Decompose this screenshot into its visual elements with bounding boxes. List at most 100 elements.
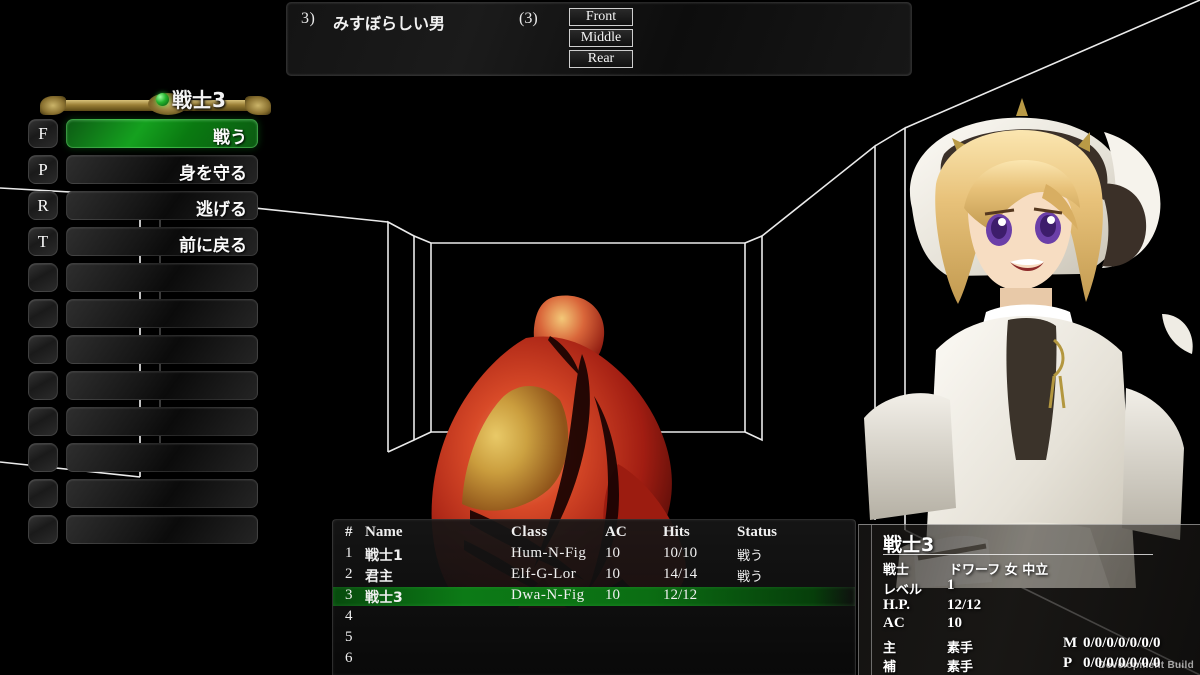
command-row-empty[interactable] (28, 512, 258, 547)
main-weapon-label: 主 (883, 641, 897, 656)
mage-spell-slots: 0/0/0/0/0/0/0 (1083, 635, 1161, 651)
key-hint-f: F (28, 119, 58, 148)
green-gem-icon (156, 93, 169, 106)
command-slot-empty[interactable] (66, 407, 258, 436)
ac-value: 10 (947, 615, 962, 631)
command-row-empty[interactable] (28, 476, 258, 511)
key-hint-empty (28, 479, 58, 508)
command-label-back: 前に戻る (179, 236, 247, 256)
enemy-position-group: Front Middle Rear (569, 8, 633, 71)
key-hint-t: T (28, 227, 58, 256)
enemy-position-middle[interactable]: Middle (569, 29, 633, 47)
cell-hits: 10/10 (663, 545, 698, 561)
cell-hits: 14/14 (663, 566, 698, 582)
character-class: 戦士 (883, 563, 910, 578)
column-header-status: Status (737, 524, 778, 540)
key-hint-p: P (28, 155, 58, 184)
cell-num: 1 (345, 545, 353, 561)
column-header-ac: AC (605, 524, 627, 540)
priest-spell-label: P (1063, 655, 1073, 671)
column-header-num: # (345, 524, 353, 540)
cell-num: 3 (345, 587, 353, 603)
command-row-run[interactable]: R 逃げる (28, 188, 258, 223)
key-hint-empty (28, 335, 58, 364)
enemy-count: (3) (519, 10, 538, 27)
cell-name: 戦士3 (365, 590, 403, 606)
key-hint-empty (28, 515, 58, 544)
command-slot-empty[interactable] (66, 479, 258, 508)
key-hint-empty (28, 263, 58, 292)
character-name-divider (883, 554, 1153, 555)
character-portrait (864, 98, 1193, 588)
command-slot-empty[interactable] (66, 335, 258, 364)
cell-class: Elf-G-Lor (511, 566, 577, 582)
table-row[interactable]: 6 (333, 650, 855, 669)
command-row-back[interactable]: T 前に戻る (28, 224, 258, 259)
command-slot-empty[interactable] (66, 299, 258, 328)
cell-status: 戦う (737, 570, 764, 585)
enemy-position-rear[interactable]: Rear (569, 50, 633, 68)
command-slot-fight[interactable]: 戦う (66, 119, 258, 148)
key-hint-empty (28, 407, 58, 436)
command-menu-header: 戦士3 (28, 84, 258, 115)
command-slot-parry[interactable]: 身を守る (66, 155, 258, 184)
command-slot-back[interactable]: 前に戻る (66, 227, 258, 256)
level-label: レベル (883, 583, 923, 598)
cell-status: 戦う (737, 549, 764, 564)
enemy-encounter-bar: 3) みすぼらしい男 (3) Front Middle Rear (286, 2, 912, 76)
character-info-panel: 戦士3 戦士 ドワーフ 女 中立 レベル 1 H.P. 12/12 AC 10 … (858, 524, 1200, 675)
command-row-empty[interactable] (28, 404, 258, 439)
table-row[interactable]: 1 戦士1 Hum-N-Fig 10 10/10 戦う (333, 545, 855, 564)
table-row-selected[interactable]: 3 戦士3 Dwa-N-Fig 10 12/12 (333, 587, 855, 606)
cell-num: 5 (345, 629, 353, 645)
sub-weapon-label: 補 (883, 660, 897, 675)
table-row[interactable]: 4 (333, 608, 855, 627)
enemy-position-front[interactable]: Front (569, 8, 633, 26)
column-header-name: Name (365, 524, 403, 540)
table-row[interactable]: 5 (333, 629, 855, 648)
ac-label: AC (883, 615, 905, 631)
cell-name: 君主 (365, 569, 393, 585)
command-label-fight: 戦う (213, 128, 247, 148)
battle-screen: 3) みすぼらしい男 (3) Front Middle Rear 戦士3 F 戦… (0, 0, 1200, 675)
character-name: 戦士3 (883, 534, 935, 556)
command-slot-empty[interactable] (66, 443, 258, 472)
column-header-hits: Hits (663, 524, 690, 540)
command-row-parry[interactable]: P 身を守る (28, 152, 258, 187)
command-slot-run[interactable]: 逃げる (66, 191, 258, 220)
cell-name: 戦士1 (365, 548, 403, 564)
key-hint-r: R (28, 191, 58, 220)
development-build-watermark: Development Build (1098, 660, 1194, 671)
command-slot-empty[interactable] (66, 515, 258, 544)
cell-class: Dwa-N-Fig (511, 587, 585, 603)
hp-value: 12/12 (947, 597, 982, 613)
command-row-fight[interactable]: F 戦う (28, 116, 258, 151)
command-row-empty[interactable] (28, 260, 258, 295)
command-menu-title: 戦士3 (172, 88, 226, 112)
enemy-index: 3) (301, 10, 316, 27)
cell-hits: 12/12 (663, 587, 698, 603)
cell-class: Hum-N-Fig (511, 545, 587, 561)
character-race-gender-align: ドワーフ 女 中立 (949, 563, 1049, 578)
key-hint-empty (28, 299, 58, 328)
cell-ac: 10 (605, 587, 620, 603)
command-slot-empty[interactable] (66, 263, 258, 292)
key-hint-empty (28, 443, 58, 472)
command-menu: 戦士3 F 戦う P 身を守る R 逃げる T 前に戻る (28, 84, 258, 548)
enemy-name: みすぼらしい男 (333, 14, 446, 33)
main-weapon-value: 素手 (947, 641, 974, 656)
hp-label: H.P. (883, 597, 910, 613)
command-row-empty[interactable] (28, 332, 258, 367)
party-status-table: # Name Class AC Hits Status 1 戦士1 Hum-N-… (332, 519, 856, 675)
command-row-empty[interactable] (28, 368, 258, 403)
cell-num: 6 (345, 650, 353, 666)
command-slot-empty[interactable] (66, 371, 258, 400)
command-row-empty[interactable] (28, 296, 258, 331)
table-row[interactable]: 2 君主 Elf-G-Lor 10 14/14 戦う (333, 566, 855, 585)
column-header-class: Class (511, 524, 548, 540)
cell-num: 2 (345, 566, 353, 582)
table-header-row: # Name Class AC Hits Status (333, 524, 855, 543)
command-row-empty[interactable] (28, 440, 258, 475)
cell-ac: 10 (605, 566, 620, 582)
cell-ac: 10 (605, 545, 620, 561)
